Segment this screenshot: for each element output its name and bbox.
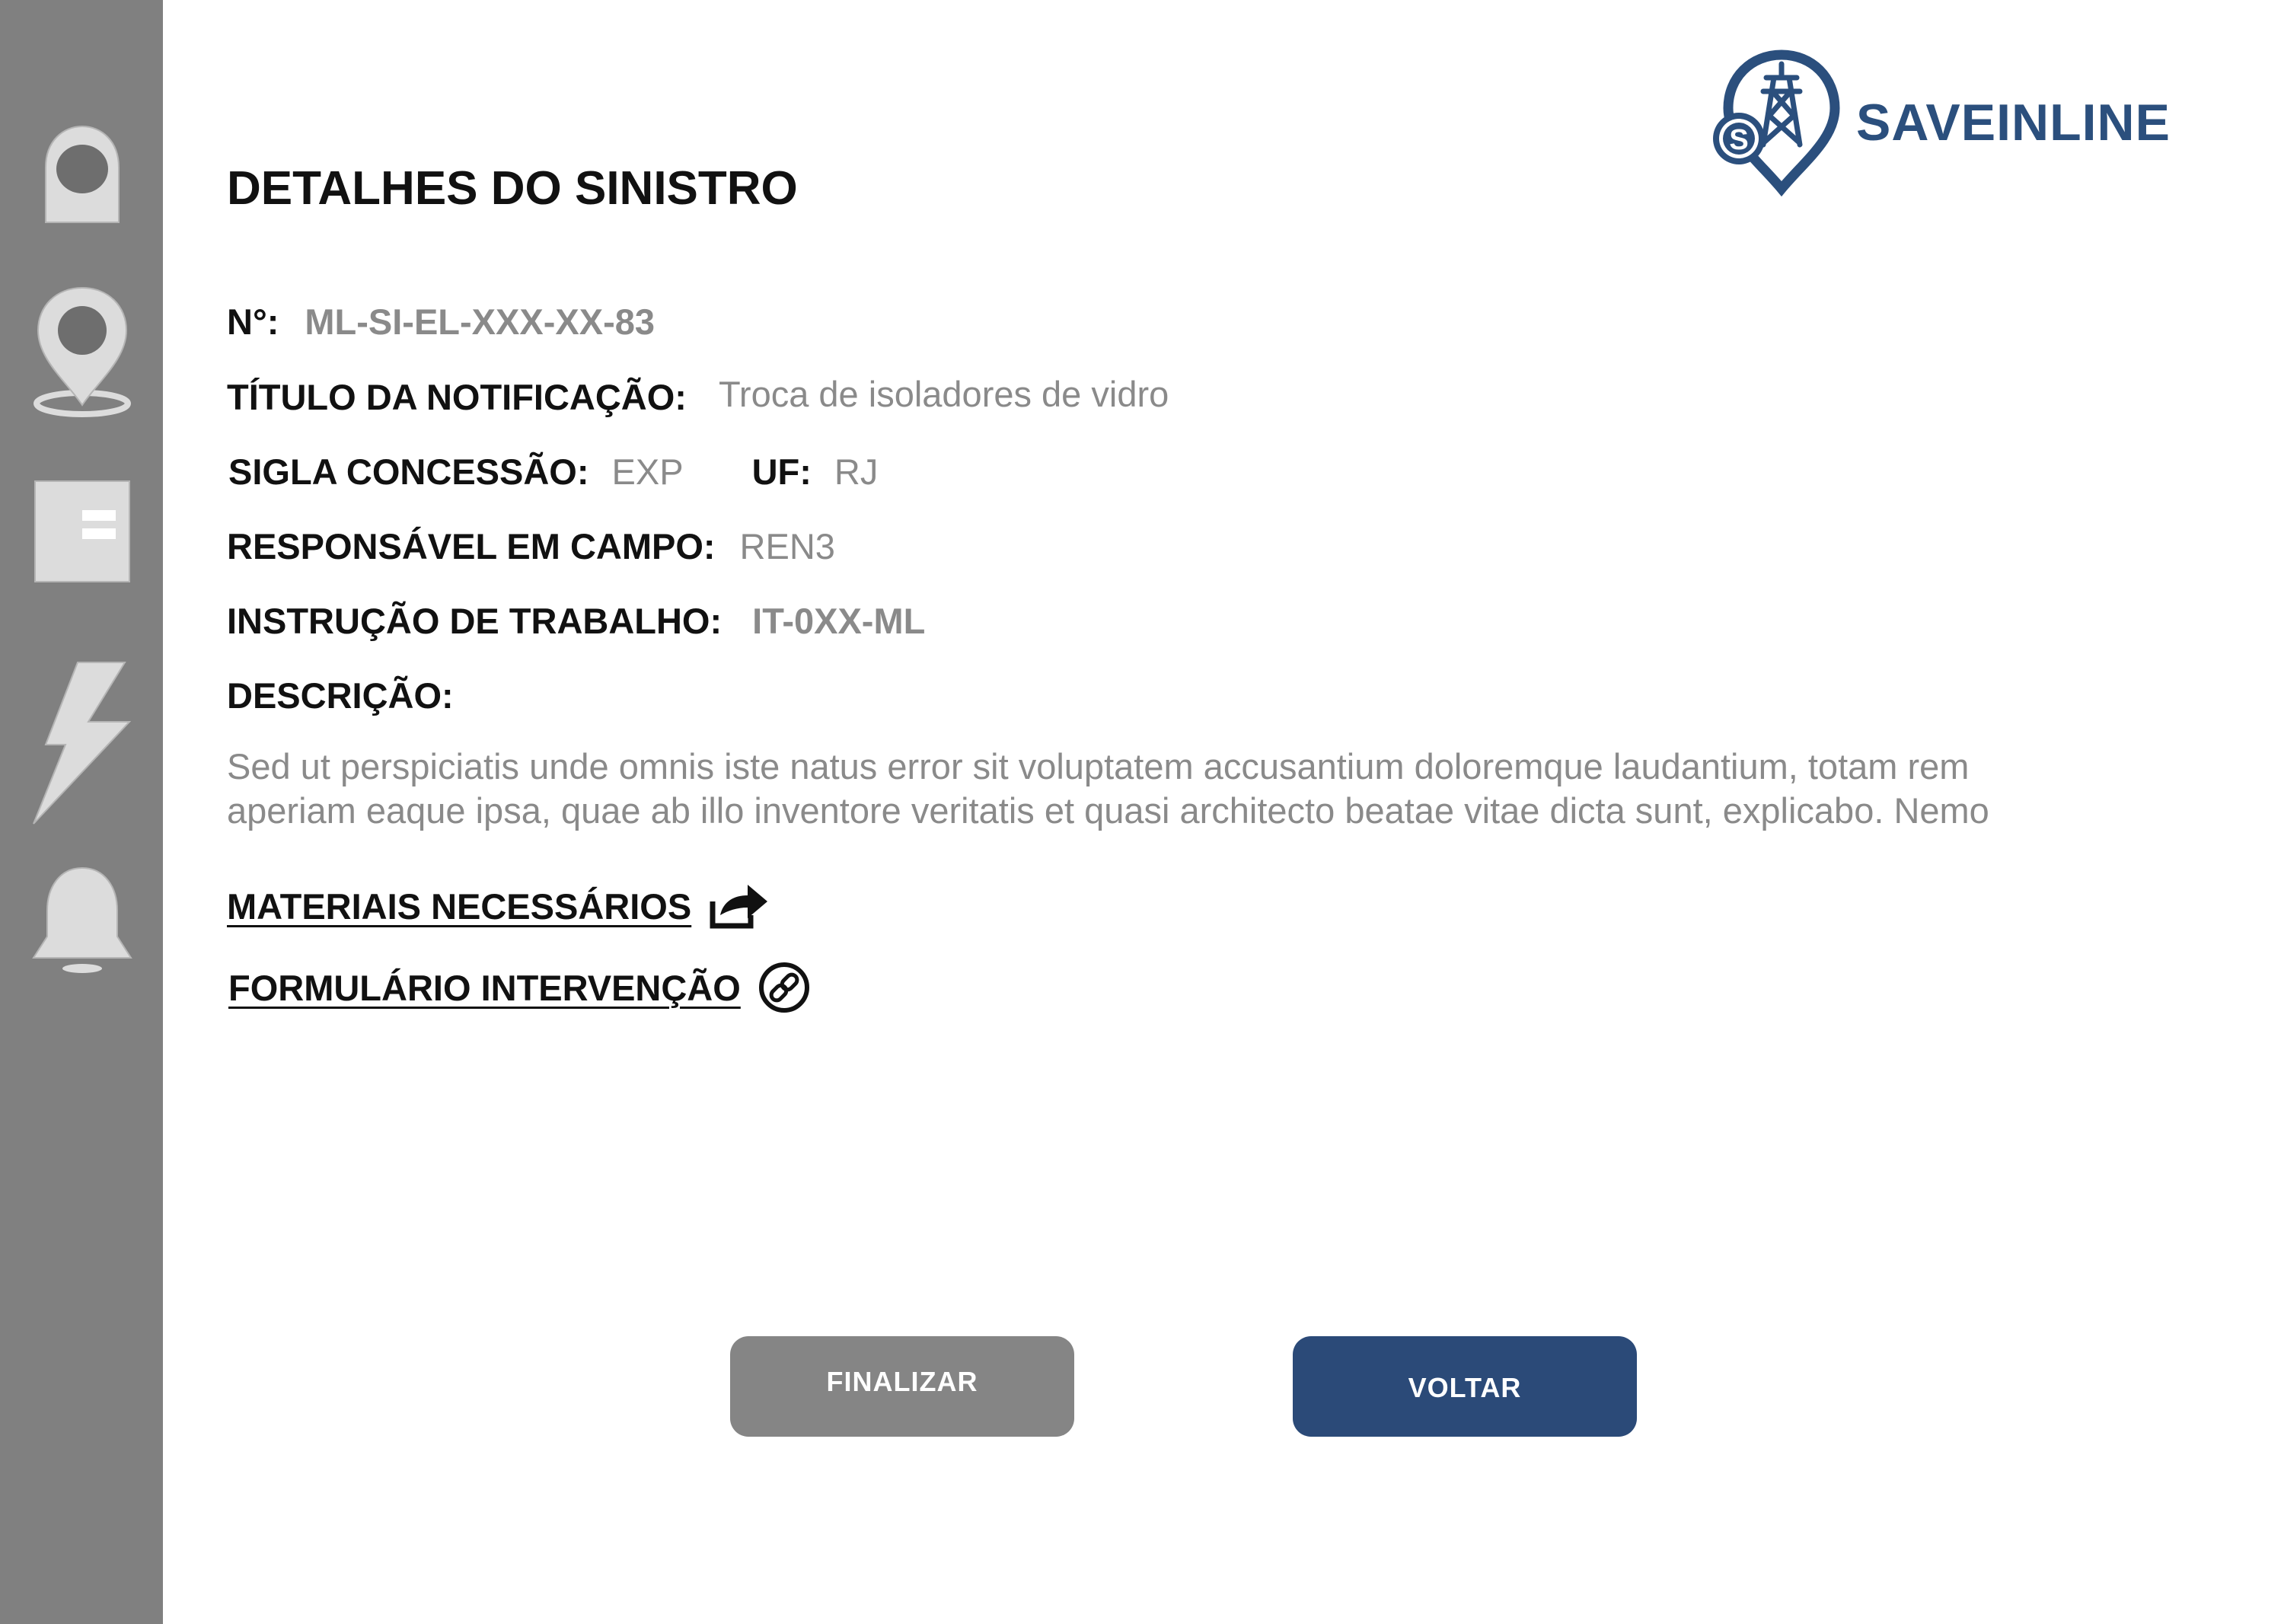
lightning-icon[interactable] xyxy=(29,659,136,827)
sidebar xyxy=(0,0,163,1624)
descricao-line: aperiam eaque ipsa, quae ab illo invento… xyxy=(227,790,1989,831)
responsavel-row: RESPONSÁVEL EM CAMPO: REN3 xyxy=(227,524,835,570)
titulo-value: Troca de isoladores de vidro xyxy=(718,374,1169,414)
materiais-necessarios-link[interactable]: MATERIAIS NECESSÁRIOS xyxy=(227,882,769,930)
numero-label: N°: xyxy=(227,302,279,342)
descricao-row: DESCRIÇÃO: xyxy=(227,673,454,719)
tower-pin-logo-icon: S xyxy=(1713,49,1840,197)
sigla-label: SIGLA CONCESSÃO: xyxy=(228,451,589,492)
numero-value: ML-SI-EL-XXX-XX-83 xyxy=(305,302,655,342)
descricao-label: DESCRIÇÃO: xyxy=(227,675,454,716)
uf-value: RJ xyxy=(834,451,879,492)
sigla-row: SIGLA CONCESSÃO: EXP UF: RJ xyxy=(228,449,878,495)
link-icon xyxy=(758,962,809,1013)
titulo-label: TÍTULO DA NOTIFICAÇÃO: xyxy=(227,377,687,417)
titulo-row: TÍTULO DA NOTIFICAÇÃO: Troca de isoladore… xyxy=(227,374,1169,420)
finalizar-button[interactable]: FINALIZAR xyxy=(730,1336,1074,1437)
formulario-intervencao-link[interactable]: FORMULÁRIO INTERVENÇÃO xyxy=(228,961,811,1014)
instrucao-value: IT-0XX-ML xyxy=(752,601,926,641)
numero-row: N°: ML-SI-EL-XXX-XX-83 xyxy=(227,299,655,345)
responsavel-label: RESPONSÁVEL EM CAMPO: xyxy=(227,526,716,566)
profile-icon[interactable] xyxy=(29,122,136,228)
bell-icon[interactable] xyxy=(29,860,136,975)
uf-label: UF: xyxy=(751,451,812,492)
instrucao-label: INSTRUÇÃO DE TRABALHO: xyxy=(227,601,723,641)
voltar-button[interactable]: VOLTAR xyxy=(1293,1336,1637,1437)
svg-text:S: S xyxy=(1729,124,1748,156)
descricao-text: Sed ut perspiciatis unde omnis iste natu… xyxy=(227,745,2130,833)
page-title: DETALHES DO SINISTRO xyxy=(227,162,798,215)
materiais-link-label: MATERIAIS NECESSÁRIOS xyxy=(227,885,692,927)
document-icon[interactable] xyxy=(29,478,136,585)
formulario-link-label: FORMULÁRIO INTERVENÇÃO xyxy=(228,967,741,1008)
responsavel-value: REN3 xyxy=(739,526,835,566)
location-pin-icon[interactable] xyxy=(29,283,136,420)
descricao-line: Sed ut perspiciatis unde omnis iste natu… xyxy=(227,746,1970,786)
brand-name: SAVEINLINE xyxy=(1856,94,2171,152)
instrucao-row: INSTRUÇÃO DE TRABALHO: IT-0XX-ML xyxy=(227,598,925,644)
sigla-value: EXP xyxy=(611,451,684,492)
share-icon xyxy=(710,885,768,929)
brand-logo: S SAVEINLINE xyxy=(1713,47,2170,199)
